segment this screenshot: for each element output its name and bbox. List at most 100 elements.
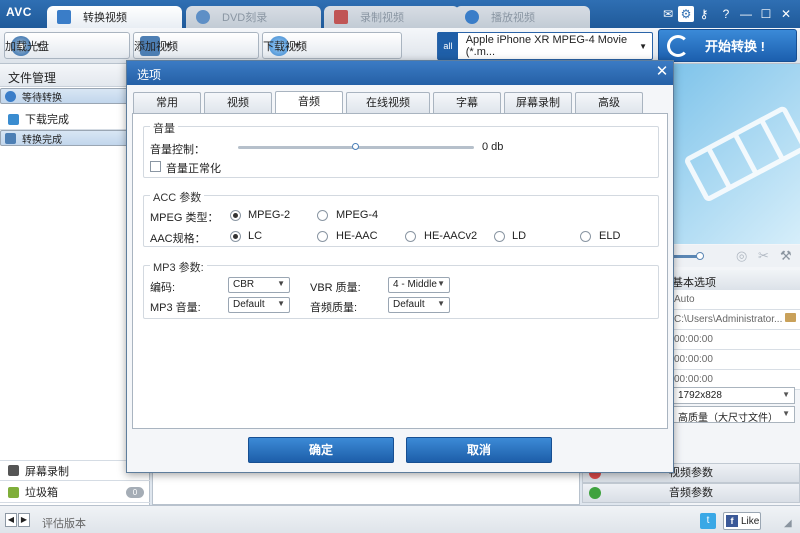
acc-group-title: ACC 参数 <box>150 189 205 205</box>
dialog-close-icon[interactable]: ✕ <box>653 63 671 81</box>
folder-icon[interactable] <box>785 313 796 322</box>
vbr-quality-select[interactable]: 4 - Middle ▼ <box>388 277 450 293</box>
tab-screen-record[interactable]: 屏幕录制 <box>504 92 572 113</box>
app-logo: AVC <box>6 5 32 19</box>
radio-mpeg2-label: MPEG-2 <box>248 209 291 221</box>
option-row[interactable]: Auto <box>670 290 800 310</box>
profile-label: Apple iPhone XR MPEG-4 Movie (*.m... <box>465 34 628 58</box>
encoding-select[interactable]: CBR ▼ <box>228 277 290 293</box>
volume-slider-track[interactable] <box>238 143 474 150</box>
minimize-button[interactable]: — <box>738 6 754 22</box>
video-params-label: 视频参数 <box>669 467 713 479</box>
option-row[interactable]: C:\Users\Administrator... <box>670 310 800 330</box>
option-row[interactable]: 00:00:00 <box>670 350 800 370</box>
toggle-right-icon[interactable]: ▶ <box>18 513 30 527</box>
camera-icon[interactable]: ◎ <box>736 248 747 264</box>
download-video-label: 下载视频 <box>263 40 307 53</box>
radio-ld[interactable] <box>494 231 505 242</box>
radio-ld-label: LD <box>512 230 527 242</box>
phone-profile-icon: all <box>438 32 458 60</box>
tab-audio[interactable]: 音频 <box>275 91 343 113</box>
cancel-button[interactable]: 取消 <box>406 437 552 463</box>
play-icon <box>465 10 479 24</box>
tab-subtitle[interactable]: 字幕 <box>433 92 501 113</box>
output-profile-select[interactable]: all Apple iPhone XR MPEG-4 Movie (*.m...… <box>437 32 653 60</box>
help-button[interactable]: ? <box>718 6 734 22</box>
chevron-down-icon: ▼ <box>277 299 285 308</box>
audio-params-bar[interactable]: 音频参数 <box>582 483 800 503</box>
chevron-down-icon[interactable]: ▼ <box>639 42 647 51</box>
key-icon[interactable]: ⚷ <box>696 6 712 22</box>
toggle-left-icon[interactable]: ◀ <box>5 513 17 527</box>
convert-label: 开始转换 ! <box>705 39 765 54</box>
radio-mpeg2[interactable] <box>230 210 241 221</box>
record-icon <box>334 10 348 24</box>
film-strip-icon <box>685 106 800 201</box>
resolution-select[interactable]: 1792x828 ▼ <box>673 387 795 404</box>
normalize-label: 音量正常化 <box>166 163 221 175</box>
tab-dvd-burn[interactable]: DVD刻录 <box>186 6 321 28</box>
facebook-like-button[interactable]: f Like <box>723 512 761 530</box>
radio-mpeg4[interactable] <box>317 210 328 221</box>
settings-gear-icon[interactable]: ⚙ <box>678 6 694 22</box>
sidebar-item-label: 下载完成 <box>25 114 69 126</box>
options-dialog: 选项 ✕ 常用 视频 音频 在线视频 字幕 屏幕录制 高级 音量 音量控制： 0… <box>126 60 674 473</box>
trash-count-badge: 0 <box>126 487 144 498</box>
log-area <box>152 472 580 505</box>
tab-play-video[interactable]: 播放视频 <box>455 6 590 28</box>
title-bar: AVC 转换视频 DVD刻录 录制视频 播放视频 ✉ ⚙ ⚷ ? — ☐ ✕ <box>0 0 800 28</box>
tab-general[interactable]: 常用 <box>133 92 201 113</box>
tab-online-video[interactable]: 在线视频 <box>346 92 430 113</box>
ok-button[interactable]: 确定 <box>248 437 394 463</box>
output-path: C:\Users\Administrator... <box>674 314 783 325</box>
normalize-checkbox[interactable] <box>150 161 161 172</box>
mp3-group: MP3 参数: 编码: CBR ▼ VBR 质量: 4 - Middle ▼ M… <box>143 259 659 319</box>
acc-group: ACC 参数 MPEG 类型： MPEG-2 MPEG-4 AAC规格： LC … <box>143 189 659 247</box>
tab-label: 播放视频 <box>491 12 535 24</box>
radio-he-aac-label: HE-AAC <box>336 230 378 242</box>
radio-he-aac[interactable] <box>317 231 328 242</box>
sidebar-item-label: 等待转换 <box>22 93 62 104</box>
aac-profile-label: AAC规格： <box>150 233 206 245</box>
add-video-button[interactable]: 添加视频 ▼ <box>133 32 259 59</box>
radio-mpeg4-label: MPEG-4 <box>336 209 379 221</box>
sidebar-item-label: 屏幕录制 <box>25 465 69 478</box>
tools-icon[interactable]: ⚒ <box>780 248 792 264</box>
chevron-down-icon: ▼ <box>437 279 445 288</box>
cut-icon[interactable]: ✂ <box>758 248 769 264</box>
preview-volume-thumb[interactable] <box>696 252 704 260</box>
start-convert-button[interactable]: 开始转换 ! <box>658 29 797 62</box>
radio-he-aacv2[interactable] <box>405 231 416 242</box>
download-icon <box>8 113 19 125</box>
mpeg-type-label: MPEG 类型： <box>150 212 219 224</box>
radio-lc[interactable] <box>230 231 241 242</box>
maximize-button[interactable]: ☐ <box>758 6 774 22</box>
audio-quality-select[interactable]: Default ▼ <box>388 297 450 313</box>
volume-value: 0 db <box>482 141 504 153</box>
tab-convert-video[interactable]: 转换视频 <box>47 6 182 28</box>
email-icon[interactable]: ✉ <box>660 6 676 22</box>
load-disc-label: 加载光盘 <box>5 40 49 53</box>
add-video-label: 添加视频 <box>134 40 178 53</box>
twitter-icon[interactable]: t <box>700 513 716 529</box>
load-disc-button[interactable]: 加载光盘 ▼ <box>4 32 130 59</box>
audio-quality-value: Default <box>393 299 425 310</box>
quality-value: 高质量（大尺寸文件） <box>678 413 778 424</box>
download-video-button[interactable]: 下载视频 ▼ <box>262 32 402 59</box>
option-row[interactable]: 00:00:00 <box>670 330 800 350</box>
resize-grip-icon[interactable]: ◢ <box>784 518 792 529</box>
quality-select[interactable]: 高质量（大尺寸文件） ▼ <box>673 406 795 424</box>
audio-quality-label: 音频质量: <box>310 302 358 314</box>
dvd-icon <box>196 10 210 24</box>
mp3-volume-label: MP3 音量: <box>150 302 201 314</box>
mp3-volume-select[interactable]: Default ▼ <box>228 297 290 313</box>
tab-record-video[interactable]: 录制视频 <box>324 6 459 28</box>
encoding-label: 编码: <box>150 282 176 294</box>
tab-video[interactable]: 视频 <box>204 92 272 113</box>
close-button[interactable]: ✕ <box>778 6 794 22</box>
radio-eld[interactable] <box>580 231 591 242</box>
audio-params-icon <box>589 487 601 499</box>
volume-slider-thumb[interactable] <box>352 143 359 150</box>
vbr-quality-value: 4 - Middle <box>393 279 437 290</box>
tab-advanced[interactable]: 高级 <box>575 92 643 113</box>
